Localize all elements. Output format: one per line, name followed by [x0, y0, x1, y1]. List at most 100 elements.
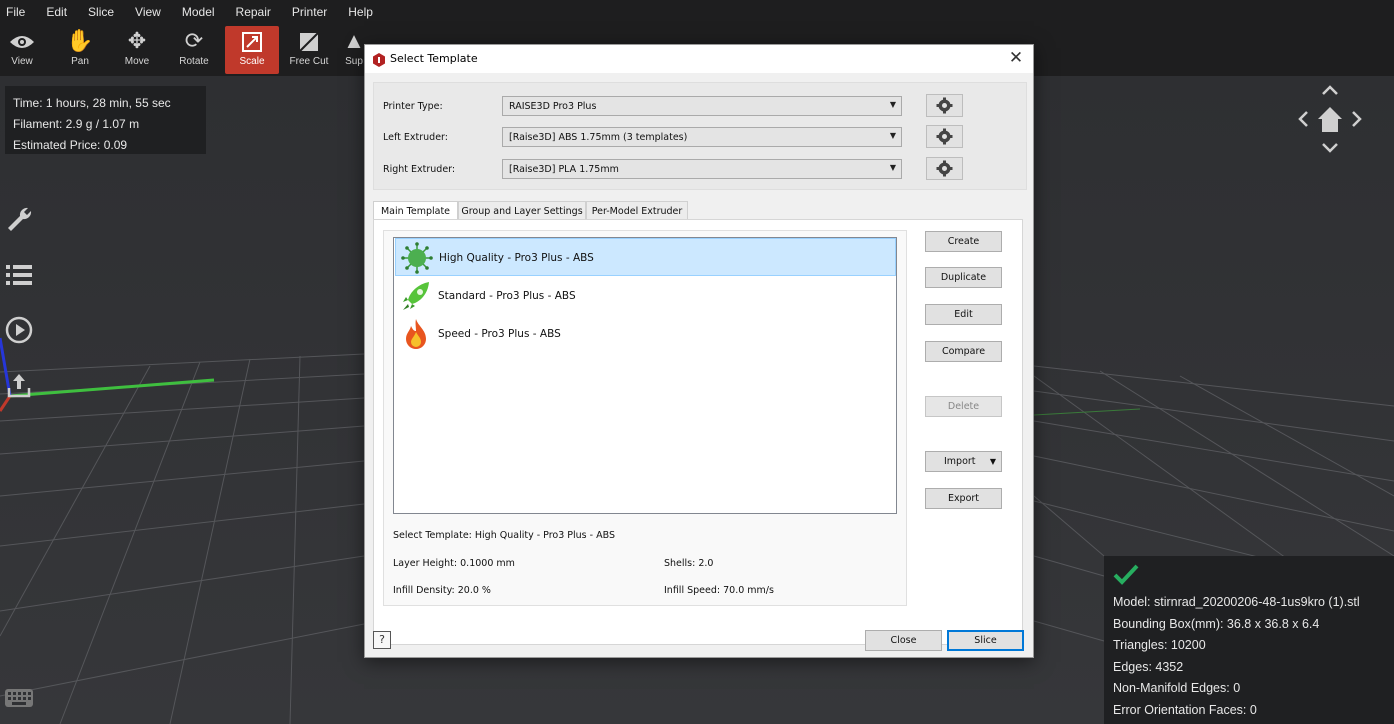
- tool-free-cut-label: Free Cut: [289, 56, 329, 67]
- menu-file[interactable]: File: [6, 5, 25, 19]
- tool-move[interactable]: ✥ Move: [110, 26, 164, 74]
- template-name: Speed - Pro3 Plus - ABS: [438, 328, 561, 340]
- free-cut-icon: [282, 26, 336, 56]
- delete-button[interactable]: Delete: [925, 396, 1002, 417]
- menu-edit[interactable]: Edit: [46, 5, 67, 19]
- tab-group-layer-settings[interactable]: Group and Layer Settings: [458, 201, 586, 220]
- error-orientation-faces: Error Orientation Faces: 0: [1113, 702, 1257, 717]
- standard-rocket-icon: [400, 280, 432, 312]
- close-button[interactable]: Close: [865, 630, 942, 651]
- menu-view[interactable]: View: [135, 5, 161, 19]
- layer-height-text: Layer Height: 0.1000 mm: [393, 558, 515, 569]
- tool-view[interactable]: View: [0, 26, 49, 74]
- app-logo-icon: [373, 52, 385, 67]
- tool-move-label: Move: [124, 56, 150, 67]
- main-template-panel: High Quality - Pro3 Plus - ABS Standard …: [373, 219, 1023, 645]
- checkmark-icon: [1113, 560, 1385, 592]
- printer-type-row: Printer Type: RAISE3D Pro3 Plus ▼: [374, 94, 1028, 120]
- list-item[interactable]: Standard - Pro3 Plus - ABS: [395, 277, 896, 315]
- menu-slice[interactable]: Slice: [88, 5, 114, 19]
- tab-per-model-extruder[interactable]: Per-Model Extruder: [586, 201, 688, 220]
- slice-button[interactable]: Slice: [947, 630, 1024, 651]
- speed-flame-icon: [400, 318, 432, 350]
- template-list[interactable]: High Quality - Pro3 Plus - ABS Standard …: [393, 237, 897, 514]
- tool-free-cut[interactable]: Free Cut: [282, 26, 336, 74]
- left-extruder-label: Left Extruder:: [383, 132, 448, 143]
- left-extruder-settings-button[interactable]: [926, 125, 963, 148]
- help-button[interactable]: ?: [373, 631, 391, 649]
- menu-bar: File Edit Slice View Model Repair Printe…: [0, 0, 1394, 24]
- scale-icon: [225, 26, 279, 56]
- right-extruder-select[interactable]: [Raise3D] PLA 1.75mm ▼: [502, 159, 902, 179]
- eye-icon: [0, 26, 49, 56]
- estimated-price: Estimated Price: 0.09: [13, 138, 128, 152]
- home-icon: [1318, 107, 1342, 132]
- tab-main-template[interactable]: Main Template: [373, 201, 458, 221]
- nav-left-icon: [1298, 111, 1308, 127]
- menu-model[interactable]: Model: [182, 5, 215, 19]
- right-extruder-row: Right Extruder: [Raise3D] PLA 1.75mm ▼: [374, 157, 1028, 183]
- infill-density-text: Infill Density: 20.0 %: [393, 585, 491, 596]
- rotate-icon: ⟳: [184, 28, 204, 53]
- move-arrows-icon: ✥: [127, 28, 147, 53]
- print-time: Time: 1 hours, 28 min, 55 sec: [13, 96, 171, 110]
- dialog-title: Select Template: [390, 52, 478, 65]
- menu-help[interactable]: Help: [348, 5, 373, 19]
- non-manifold-edges: Non-Manifold Edges: 0: [1113, 681, 1241, 695]
- model-name: Model: stirnrad_20200206-48-1us9kro (1).…: [1113, 595, 1360, 609]
- upload-icon[interactable]: [4, 370, 34, 400]
- list-item[interactable]: High Quality - Pro3 Plus - ABS: [395, 238, 896, 276]
- export-button[interactable]: Export: [925, 488, 1002, 509]
- right-extruder-settings-button[interactable]: [926, 157, 963, 180]
- triangles-count: Triangles: 10200: [1113, 638, 1206, 652]
- tool-pan-label: Pan: [71, 56, 89, 67]
- left-extruder-select[interactable]: [Raise3D] ABS 1.75mm (3 templates) ▼: [502, 127, 902, 147]
- template-name: High Quality - Pro3 Plus - ABS: [439, 252, 594, 264]
- view-navigation-widget[interactable]: [1294, 82, 1366, 154]
- tool-rotate[interactable]: ⟳ Rotate: [167, 26, 221, 74]
- import-button[interactable]: Import ▼: [925, 451, 1002, 472]
- play-preview-icon[interactable]: [4, 315, 34, 345]
- slice-stats-panel: Time: 1 hours, 28 min, 55 sec Filament: …: [5, 86, 206, 154]
- tool-scale[interactable]: Scale: [225, 26, 279, 74]
- chevron-down-icon: ▼: [889, 163, 896, 172]
- edit-button[interactable]: Edit: [925, 304, 1002, 325]
- printer-settings-button[interactable]: [926, 94, 963, 117]
- hand-icon: ✋: [66, 28, 94, 53]
- model-info-panel: Model: stirnrad_20200206-48-1us9kro (1).…: [1104, 556, 1394, 724]
- right-extruder-label: Right Extruder:: [383, 164, 456, 175]
- menu-printer[interactable]: Printer: [292, 5, 327, 19]
- wrench-icon[interactable]: [4, 205, 34, 235]
- dialog-titlebar[interactable]: Select Template ✕: [365, 45, 1033, 73]
- create-button[interactable]: Create: [925, 231, 1002, 252]
- template-name: Standard - Pro3 Plus - ABS: [438, 290, 576, 302]
- menu-repair[interactable]: Repair: [236, 5, 271, 19]
- left-extruder-value: [Raise3D] ABS 1.75mm (3 templates): [509, 132, 688, 143]
- keyboard-icon[interactable]: [4, 687, 34, 709]
- shells-text: Shells: 2.0: [664, 558, 714, 569]
- nav-right-icon: [1352, 111, 1362, 127]
- list-icon[interactable]: [4, 260, 34, 290]
- bounding-box: Bounding Box(mm): 36.8 x 36.8 x 6.4: [1113, 616, 1320, 631]
- chevron-down-icon: ▼: [989, 457, 996, 466]
- tool-view-label: View: [11, 56, 33, 67]
- infill-speed-text: Infill Speed: 70.0 mm/s: [664, 585, 774, 596]
- right-extruder-value: [Raise3D] PLA 1.75mm: [509, 164, 619, 175]
- high-quality-virus-icon: [401, 242, 433, 274]
- printer-type-value: RAISE3D Pro3 Plus: [509, 101, 597, 112]
- nav-up-icon: [1322, 85, 1338, 95]
- tool-rotate-label: Rotate: [179, 56, 209, 67]
- close-icon[interactable]: ✕: [1007, 48, 1025, 68]
- filament-usage: Filament: 2.9 g / 1.07 m: [13, 117, 140, 131]
- printer-type-select[interactable]: RAISE3D Pro3 Plus ▼: [502, 96, 902, 116]
- tool-pan[interactable]: ✋ Pan: [53, 26, 107, 74]
- left-extruder-row: Left Extruder: [Raise3D] ABS 1.75mm (3 t…: [374, 125, 1028, 151]
- gear-icon: [936, 128, 953, 145]
- nav-down-icon: [1322, 143, 1338, 153]
- select-template-dialog: Select Template ✕ Printer Type: RAISE3D …: [364, 44, 1034, 658]
- duplicate-button[interactable]: Duplicate: [925, 267, 1002, 288]
- chevron-down-icon: ▼: [889, 100, 896, 109]
- list-item[interactable]: Speed - Pro3 Plus - ABS: [395, 315, 896, 353]
- compare-button[interactable]: Compare: [925, 341, 1002, 362]
- gear-icon: [936, 160, 953, 177]
